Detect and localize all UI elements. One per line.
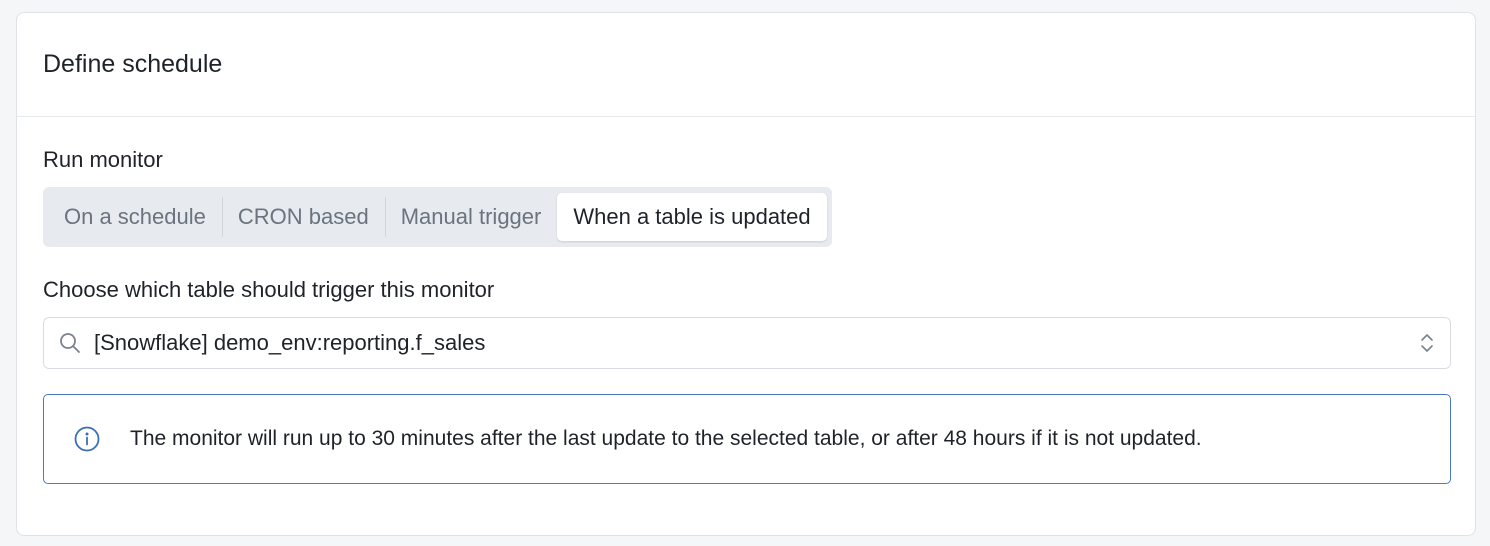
run-option-on-a-schedule[interactable]: On a schedule: [48, 193, 222, 241]
table-select-value: [Snowflake] demo_env:reporting.f_sales: [94, 330, 486, 355]
chevron-up-down-icon[interactable]: [1418, 331, 1436, 355]
search-icon: [58, 331, 82, 355]
run-option-manual-trigger[interactable]: Manual trigger: [384, 193, 558, 241]
run-option-cron-based[interactable]: CRON based: [221, 193, 385, 241]
run-monitor-segmented-control: On a schedule CRON based Manual trigger …: [43, 187, 832, 247]
define-schedule-card: Define schedule Run monitor On a schedul…: [16, 12, 1476, 536]
card-header: Define schedule: [17, 13, 1475, 117]
table-trigger-label: Choose which table should trigger this m…: [43, 277, 495, 302]
card-title: Define schedule: [43, 50, 223, 78]
info-icon: [74, 426, 100, 452]
table-select[interactable]: [Snowflake] demo_env:reporting.f_sales: [43, 317, 1451, 369]
run-option-when-table-updated[interactable]: When a table is updated: [557, 193, 827, 241]
info-banner-text: The monitor will run up to 30 minutes af…: [130, 427, 1202, 450]
card-body: Run monitor On a schedule CRON based Man…: [17, 117, 1475, 484]
info-banner: The monitor will run up to 30 minutes af…: [43, 394, 1451, 484]
run-monitor-label: Run monitor: [43, 147, 163, 172]
